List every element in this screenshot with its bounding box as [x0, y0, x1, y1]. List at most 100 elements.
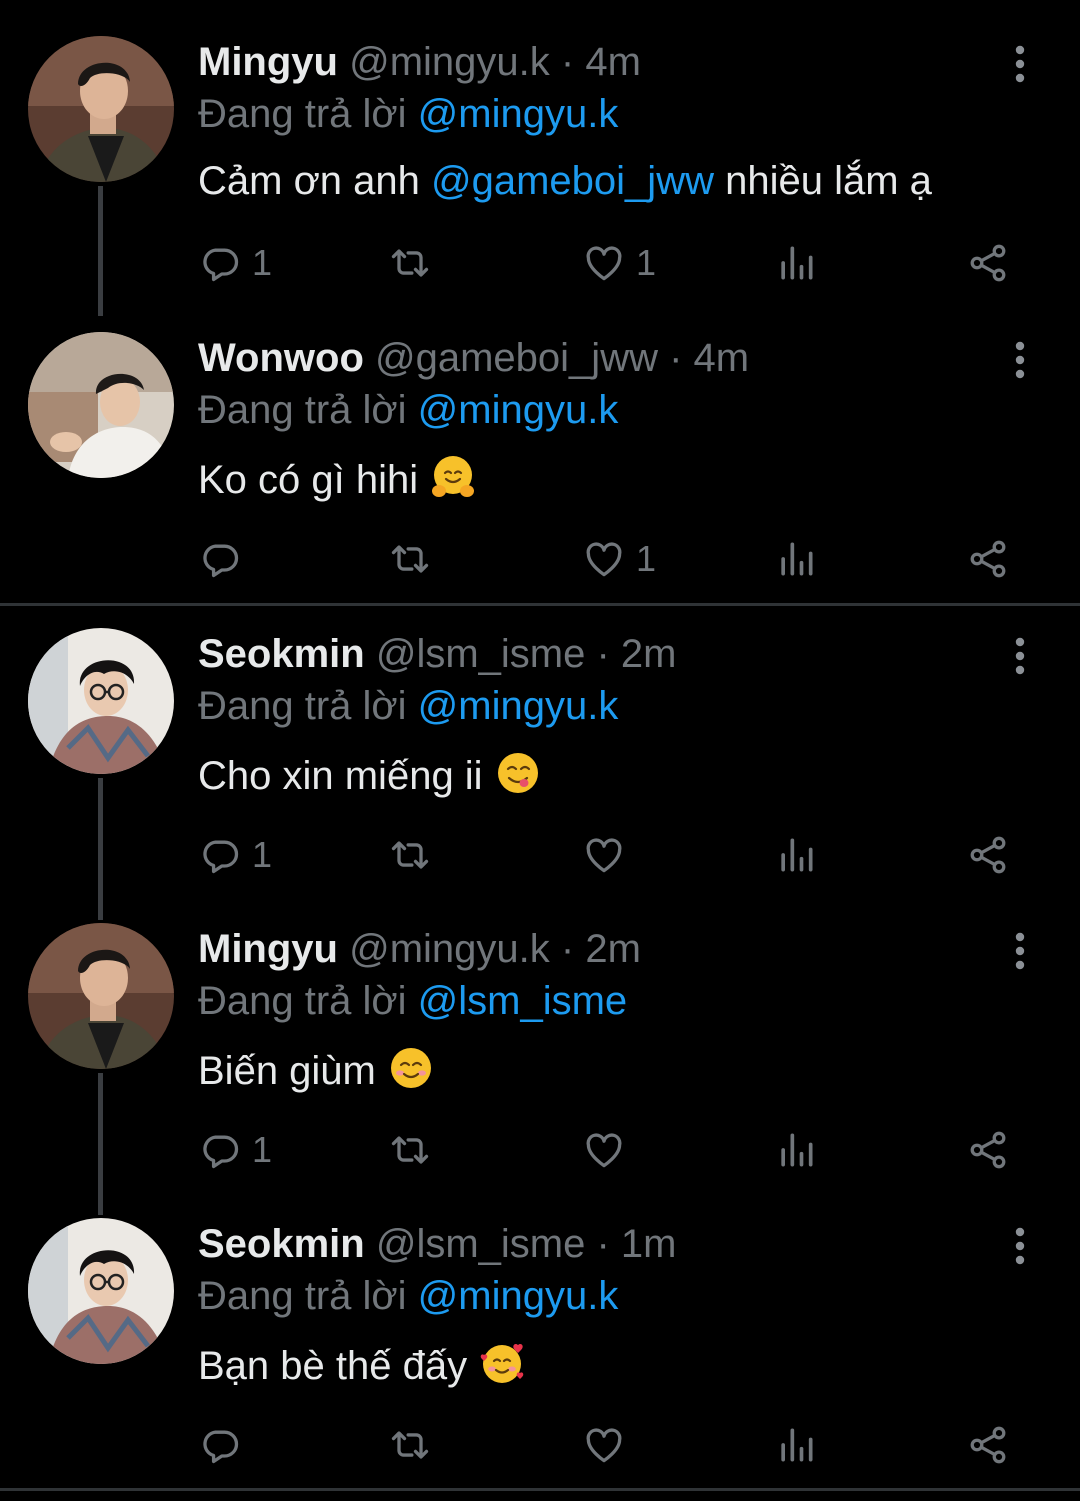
replying-to-label: Đang trả lời — [198, 92, 418, 136]
views-button[interactable] — [774, 238, 818, 288]
views-button[interactable] — [774, 1420, 818, 1470]
reply-count: 1 — [252, 1129, 273, 1170]
share-button[interactable] — [966, 534, 1010, 584]
like-button[interactable] — [582, 1125, 626, 1175]
more-icon[interactable] — [1000, 632, 1040, 680]
like-count: 1 — [636, 242, 657, 283]
user-handle[interactable]: @lsm_isme — [376, 632, 586, 676]
tweet-text: Cho xin miếng ii — [198, 749, 542, 800]
thread-divider — [0, 1488, 1080, 1491]
replying-to-mention[interactable]: @mingyu.k — [418, 92, 619, 136]
reply-icon — [198, 833, 242, 877]
retweet-button[interactable] — [388, 534, 432, 584]
retweet-button[interactable] — [388, 1420, 432, 1470]
like-button[interactable] — [582, 1420, 626, 1470]
timestamp[interactable]: 2m — [585, 927, 641, 971]
tweet-mention[interactable]: @gameboi_jww — [431, 159, 714, 203]
face-savoring-food-emoji-icon — [494, 749, 542, 797]
timestamp[interactable]: 4m — [585, 40, 641, 84]
timestamp[interactable]: 4m — [694, 336, 750, 380]
display-name[interactable]: Wonwoo — [198, 336, 364, 380]
reply-icon — [198, 537, 242, 581]
replying-to-mention[interactable]: @lsm_isme — [418, 979, 628, 1023]
separator: · — [657, 336, 694, 380]
share-icon — [966, 241, 1010, 285]
heart-icon — [582, 833, 626, 877]
tweet-text-part: Ko có gì hihi — [198, 458, 430, 502]
reply-icon — [198, 1128, 242, 1172]
share-button[interactable] — [966, 1125, 1010, 1175]
tweet[interactable]: Mingyu @mingyu.k · 4m Đang trả lời @mingy… — [0, 0, 1080, 296]
reply-button[interactable] — [198, 534, 242, 584]
replying-to-mention[interactable]: @mingyu.k — [418, 388, 619, 432]
tweet-text-part: nhiều lắm ạ — [713, 159, 932, 203]
views-button[interactable] — [774, 830, 818, 880]
retweet-icon — [388, 1423, 432, 1467]
replying-to-label: Đang trả lời — [198, 388, 418, 432]
user-handle[interactable]: @mingyu.k — [349, 927, 550, 971]
user-handle[interactable]: @mingyu.k — [349, 40, 550, 84]
like-button[interactable]: 1 — [582, 238, 656, 288]
user-handle[interactable]: @lsm_isme — [376, 1222, 586, 1266]
avatar[interactable] — [28, 36, 174, 182]
tweet-header: Seokmin @lsm_isme · 2m — [198, 630, 676, 678]
tweet[interactable]: Seokmin @lsm_isme · 2m Đang trả lời @ming… — [0, 592, 1080, 888]
timestamp[interactable]: 2m — [621, 632, 677, 676]
avatar[interactable] — [28, 1218, 174, 1364]
share-icon — [966, 1128, 1010, 1172]
views-icon — [774, 1423, 818, 1467]
reply-button[interactable]: 1 — [198, 238, 272, 288]
retweet-icon — [388, 241, 432, 285]
heart-icon — [582, 1128, 626, 1172]
reply-count: 1 — [252, 242, 273, 283]
tweet[interactable]: Mingyu @mingyu.k · 2m Đang trả lời @lsm_i… — [0, 887, 1080, 1183]
reply-count: 1 — [252, 834, 273, 875]
reply-icon — [198, 241, 242, 285]
tweet[interactable]: Wonwoo @gameboi_jww · 4m Đang trả lời @mi… — [0, 296, 1080, 592]
replying-to: Đang trả lời @mingyu.k — [198, 90, 618, 138]
replying-to-mention[interactable]: @mingyu.k — [418, 1274, 619, 1318]
tweet-header: Mingyu @mingyu.k · 4m — [198, 38, 641, 86]
avatar[interactable] — [28, 628, 174, 774]
timestamp[interactable]: 1m — [621, 1222, 677, 1266]
replying-to: Đang trả lời @mingyu.k — [198, 682, 618, 730]
tweet-text: Biến giùm — [198, 1044, 435, 1095]
more-icon[interactable] — [1000, 927, 1040, 975]
retweet-button[interactable] — [388, 238, 432, 288]
share-button[interactable] — [966, 238, 1010, 288]
views-icon — [774, 1128, 818, 1172]
views-button[interactable] — [774, 1125, 818, 1175]
replying-to-label: Đang trả lời — [198, 684, 418, 728]
reply-button[interactable]: 1 — [198, 830, 272, 880]
avatar[interactable] — [28, 923, 174, 1069]
display-name[interactable]: Mingyu — [198, 40, 338, 84]
display-name[interactable]: Seokmin — [198, 632, 365, 676]
views-button[interactable] — [774, 534, 818, 584]
tweet-text-part: Cảm ơn anh — [198, 159, 432, 203]
tweet-actions: 1 — [0, 1125, 1080, 1175]
like-button[interactable] — [582, 830, 626, 880]
like-button[interactable]: 1 — [582, 534, 656, 584]
display-name[interactable]: Seokmin — [198, 1222, 365, 1266]
avatar[interactable] — [28, 332, 174, 478]
more-icon[interactable] — [1000, 40, 1040, 88]
display-name[interactable]: Mingyu — [198, 927, 338, 971]
tweet[interactable]: Seokmin @lsm_isme · 1m Đang trả lời @ming… — [0, 1182, 1080, 1478]
retweet-button[interactable] — [388, 1125, 432, 1175]
tweet-text: Bạn bè thế đấy — [198, 1339, 526, 1390]
heart-icon — [582, 1423, 626, 1467]
share-button[interactable] — [966, 830, 1010, 880]
share-button[interactable] — [966, 1420, 1010, 1470]
replying-to-mention[interactable]: @mingyu.k — [418, 684, 619, 728]
tweet-text: Ko có gì hihi — [198, 453, 477, 504]
retweet-button[interactable] — [388, 830, 432, 880]
smiling-face-emoji-icon — [387, 1044, 435, 1092]
share-icon — [966, 1423, 1010, 1467]
more-icon[interactable] — [1000, 1222, 1040, 1270]
user-handle[interactable]: @gameboi_jww — [375, 336, 658, 380]
tweet-text-part: Bạn bè thế đấy — [198, 1344, 479, 1388]
reply-button[interactable]: 1 — [198, 1125, 272, 1175]
heart-icon — [582, 241, 626, 285]
more-icon[interactable] — [1000, 336, 1040, 384]
reply-button[interactable] — [198, 1420, 242, 1470]
